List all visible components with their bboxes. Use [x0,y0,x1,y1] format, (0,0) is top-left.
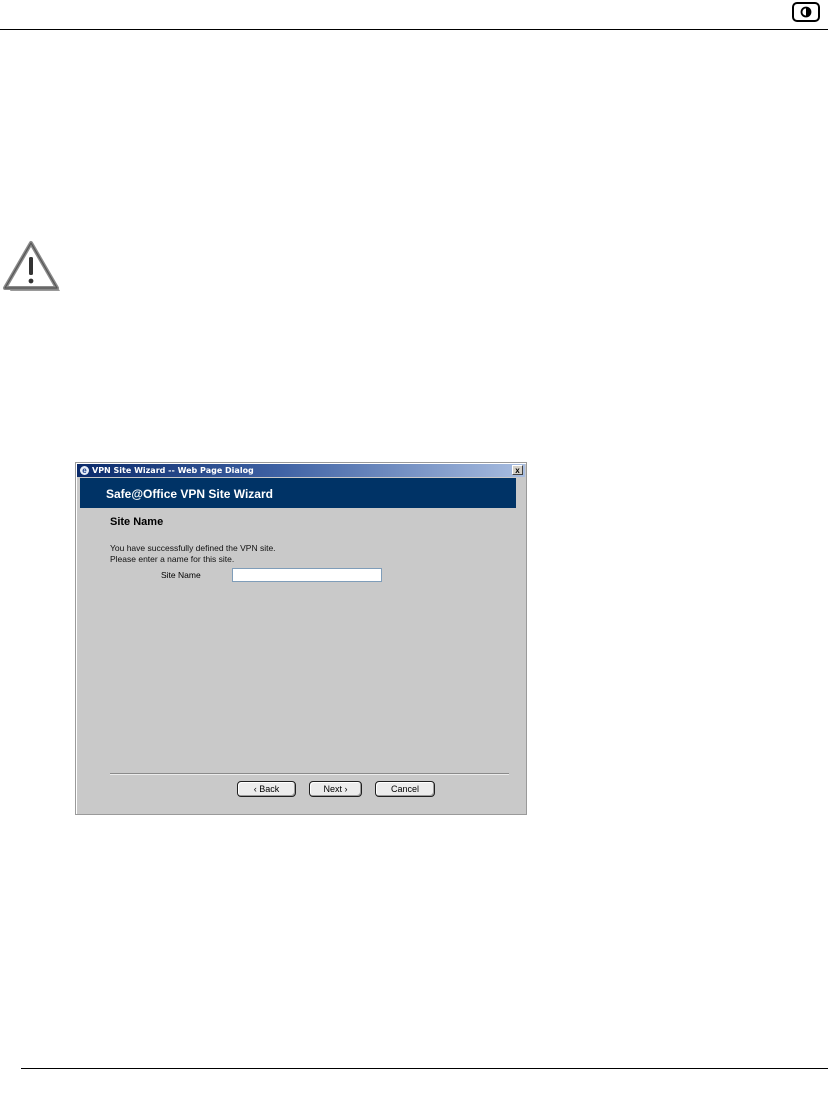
next-button[interactable]: Next › [309,781,362,797]
site-name-label: Site Name [161,570,201,580]
warning-triangle-icon [2,239,60,293]
ie-dialog-icon: e [80,466,89,475]
cancel-button[interactable]: Cancel [375,781,435,797]
dialog-titlebar[interactable]: e VPN Site Wizard -- Web Page Dialog x [77,464,525,477]
page-footer-rule [21,1068,828,1069]
instruction-message: Please enter a name for this site. [110,554,235,564]
footer-divider [110,773,509,775]
vpn-site-wizard-dialog: e VPN Site Wizard -- Web Page Dialog x S… [75,462,527,815]
wizard-title: Safe@Office VPN Site Wizard [106,487,273,501]
section-heading: Site Name [110,516,164,528]
checkpoint-logo-icon [792,2,820,22]
back-button[interactable]: ‹ Back [237,781,296,797]
site-name-input[interactable] [232,568,382,582]
dialog-window-title: VPN Site Wizard -- Web Page Dialog [92,466,254,475]
wizard-banner: Safe@Office VPN Site Wizard [80,478,516,508]
page-header-rule [0,29,828,30]
success-message: You have successfully defined the VPN si… [110,543,276,553]
close-icon[interactable]: x [512,465,523,475]
